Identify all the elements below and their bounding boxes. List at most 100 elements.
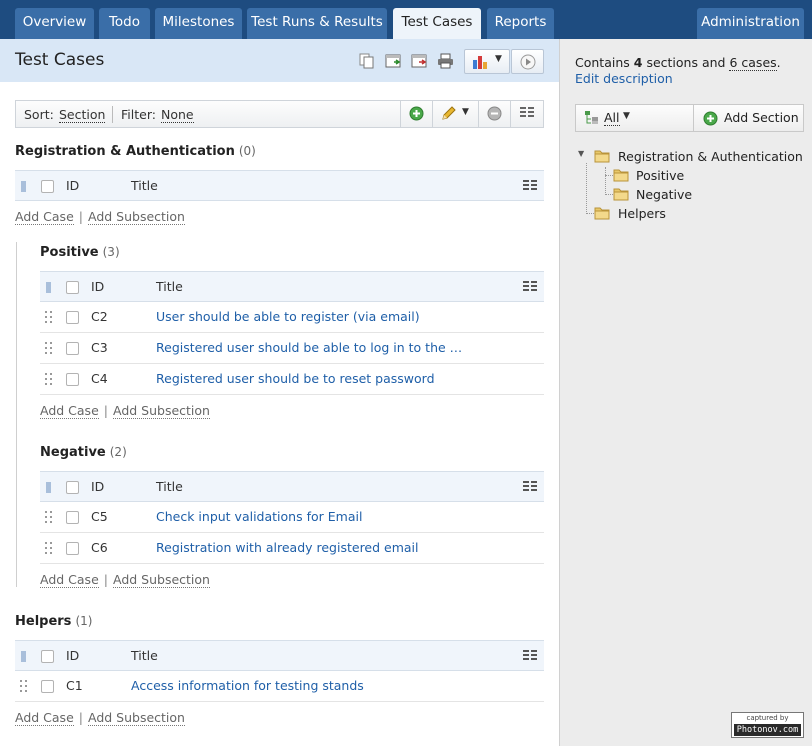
separator: |: [78, 710, 83, 725]
sort-filter-bar: Sort: Section Filter: None ▼: [15, 100, 544, 128]
row-checkbox[interactable]: [41, 680, 54, 693]
capture-watermark: captured by Photonov.com: [731, 712, 804, 738]
tab-administration[interactable]: Administration: [697, 8, 804, 39]
drag-handle-icon[interactable]: [45, 341, 53, 355]
filter-all-dropdown[interactable]: All ▼: [576, 105, 693, 131]
watermark-caption: captured by: [746, 714, 789, 722]
table-row[interactable]: C4 Registered user should be to reset pa…: [40, 364, 544, 395]
chevron-down-icon: ▼: [462, 107, 469, 117]
column-title: Title: [131, 178, 158, 193]
section-name: Negative: [40, 445, 106, 460]
add-case-link[interactable]: Add Case: [40, 572, 99, 588]
drag-handle-icon[interactable]: [45, 310, 53, 324]
sections-count: 4: [633, 55, 643, 70]
columns-button[interactable]: [510, 101, 543, 127]
collapse-toggle-icon[interactable]: ▼: [578, 149, 584, 158]
select-all-checkbox[interactable]: [66, 281, 79, 294]
add-case-link[interactable]: Add Case: [40, 403, 99, 419]
columns-icon[interactable]: [523, 281, 537, 293]
chevron-down-icon: ▼: [495, 54, 502, 64]
column-title: Title: [131, 648, 158, 663]
tab-test-cases[interactable]: Test Cases: [393, 8, 481, 39]
columns-icon[interactable]: [523, 180, 537, 192]
table-header: ID Title: [40, 471, 544, 502]
edit-description-link[interactable]: Edit description: [575, 71, 673, 86]
reports-dropdown-button[interactable]: ▼: [464, 49, 510, 74]
separator: |: [78, 209, 83, 224]
tree-item-registration[interactable]: Registration & Authentication: [618, 149, 803, 164]
table-row[interactable]: C6 Registration with already registered …: [40, 533, 544, 564]
pencil-icon: [441, 106, 457, 124]
table-row[interactable]: C5 Check input validations for Email: [40, 502, 544, 533]
sort-value-link[interactable]: Section: [59, 107, 106, 123]
cases-count: 6 cases: [729, 55, 777, 71]
case-id: C2: [91, 309, 108, 324]
select-all-checkbox[interactable]: [41, 180, 54, 193]
row-checkbox[interactable]: [66, 511, 79, 524]
drag-column-marker: [21, 651, 26, 662]
section-title: Helpers (1): [15, 614, 92, 629]
add-subsection-link[interactable]: Add Subsection: [112, 403, 210, 419]
main-content: Test Cases ▼ Sort: Section Filter: None …: [0, 39, 559, 746]
row-checkbox[interactable]: [66, 342, 79, 355]
tree-item-negative[interactable]: Negative: [636, 187, 692, 202]
delete-button[interactable]: [478, 101, 510, 127]
tab-milestones[interactable]: Milestones: [155, 8, 242, 39]
tab-todo[interactable]: Todo: [99, 8, 150, 39]
tab-reports[interactable]: Reports: [487, 8, 554, 39]
case-title-link[interactable]: Registered user should be able to log in…: [156, 340, 462, 355]
section-actions: Add Case | Add Subsection: [15, 710, 185, 726]
sort-label: Sort:: [24, 107, 54, 122]
suite-summary: Contains 4 sections and 6 cases. Edit de…: [575, 55, 781, 86]
edit-dropdown-button[interactable]: ▼: [432, 101, 478, 127]
case-id: C6: [91, 540, 108, 555]
add-section-button[interactable]: Add Section: [693, 105, 803, 131]
tab-overview[interactable]: Overview: [15, 8, 94, 39]
case-title-link[interactable]: Registered user should be to reset passw…: [156, 371, 435, 386]
case-title-link[interactable]: Access information for testing stands: [131, 678, 364, 693]
columns-icon[interactable]: [523, 481, 537, 493]
select-all-checkbox[interactable]: [41, 650, 54, 663]
table-row[interactable]: C1 Access information for testing stands: [15, 671, 544, 702]
add-case-link[interactable]: Add Case: [15, 710, 74, 726]
drag-handle-icon[interactable]: [45, 510, 53, 524]
filter-value-link[interactable]: None: [161, 107, 194, 123]
row-checkbox[interactable]: [66, 373, 79, 386]
section-name: Registration & Authentication: [15, 144, 235, 159]
row-checkbox[interactable]: [66, 542, 79, 555]
print-icon[interactable]: [437, 53, 455, 69]
tree-item-positive[interactable]: Positive: [636, 168, 684, 183]
import-icon[interactable]: [385, 53, 403, 69]
tab-test-runs[interactable]: Test Runs & Results: [247, 8, 387, 39]
section-count: (0): [238, 144, 256, 158]
case-title-link[interactable]: User should be able to register (via ema…: [156, 309, 420, 324]
add-subsection-link[interactable]: Add Subsection: [87, 209, 185, 225]
copy-icon[interactable]: [358, 53, 376, 69]
column-id: ID: [91, 479, 105, 494]
case-title-link[interactable]: Check input validations for Email: [156, 509, 362, 524]
columns-icon[interactable]: [523, 650, 537, 662]
section-name: Helpers: [15, 614, 72, 629]
tree-toolbar: All ▼ Add Section: [575, 104, 804, 132]
add-subsection-link[interactable]: Add Subsection: [112, 572, 210, 588]
case-title-link[interactable]: Registration with already registered ema…: [156, 540, 419, 555]
table-row[interactable]: C3 Registered user should be able to log…: [40, 333, 544, 364]
chevron-down-icon: ▼: [623, 111, 630, 121]
column-id: ID: [66, 648, 80, 663]
run-button[interactable]: [511, 49, 544, 74]
tree-item-helpers[interactable]: Helpers: [618, 206, 666, 221]
folder-icon: [613, 187, 629, 201]
export-icon[interactable]: [411, 53, 429, 69]
drag-handle-icon[interactable]: [45, 372, 53, 386]
drag-handle-icon[interactable]: [45, 541, 53, 555]
row-checkbox[interactable]: [66, 311, 79, 324]
select-all-checkbox[interactable]: [66, 481, 79, 494]
table-row[interactable]: C2 User should be able to register (via …: [40, 302, 544, 333]
add-case-link[interactable]: Add Case: [15, 209, 74, 225]
add-button[interactable]: [400, 101, 432, 127]
drag-handle-icon[interactable]: [20, 679, 28, 693]
summary-middle: sections and: [646, 55, 726, 70]
section-actions: Add Case | Add Subsection: [40, 403, 210, 419]
add-subsection-link[interactable]: Add Subsection: [87, 710, 185, 726]
top-nav: Overview Todo Milestones Test Runs & Res…: [0, 0, 812, 39]
